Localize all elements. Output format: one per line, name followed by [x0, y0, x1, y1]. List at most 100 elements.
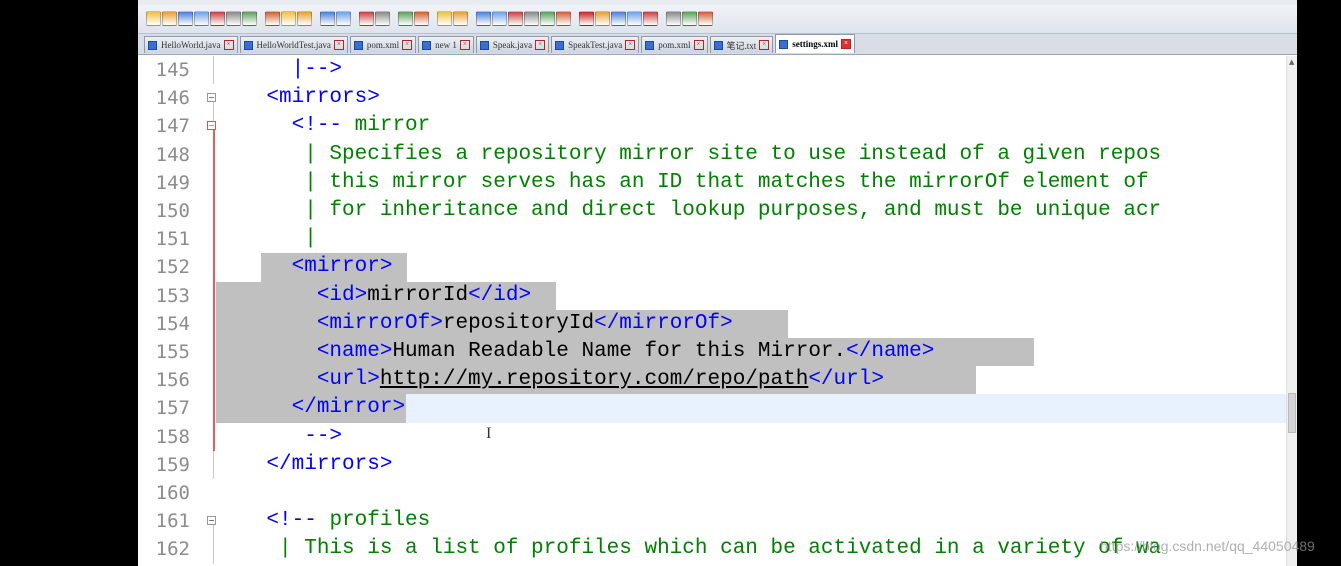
code-line: </mirror> [216, 394, 405, 422]
vertical-scrollbar[interactable]: ▲ [1286, 56, 1297, 566]
toolbar-separator [572, 10, 578, 26]
indent-guide-icon[interactable] [508, 10, 523, 26]
line-number: 156 [155, 369, 190, 392]
zoom-in-icon[interactable] [398, 10, 413, 26]
undo-icon[interactable] [320, 10, 335, 26]
tab-label: new 1 [435, 40, 457, 50]
code-token: <mirror> [291, 255, 393, 279]
code-token: <id> [316, 283, 368, 307]
url-link[interactable]: http://my.repository.com/repo/path [380, 368, 808, 391]
record-macro-icon[interactable] [579, 10, 594, 26]
copy-icon[interactable] [281, 10, 296, 26]
toolbar-separator [258, 10, 264, 26]
scroll-up-arrow-icon[interactable]: ▲ [1289, 58, 1294, 66]
save-macro-icon[interactable] [643, 10, 658, 26]
panel-icon[interactable] [698, 10, 713, 26]
line-number: 147 [155, 115, 190, 138]
close-all-icon[interactable] [226, 10, 241, 26]
find-icon[interactable] [359, 10, 374, 26]
code-area[interactable]: |--> <mirrors> <!-- mirror | Specifies a… [216, 56, 1286, 566]
code-token: </name> [846, 340, 935, 363]
cut-icon[interactable] [265, 10, 280, 26]
fold-toggle-icon[interactable]: − [207, 93, 216, 103]
code-line: --> [216, 423, 342, 451]
code-token: --> [304, 424, 343, 448]
code-token: </url> [808, 368, 884, 392]
run-macro-multi-icon[interactable] [627, 10, 642, 26]
tab-5[interactable]: SpeakTest.java × [551, 36, 640, 53]
replace-icon[interactable] [375, 10, 390, 26]
tab-1[interactable]: HelloWorldTest.java × [239, 36, 348, 53]
stop-record-icon[interactable] [595, 10, 610, 26]
close-icon[interactable] [210, 10, 225, 26]
redo-icon[interactable] [336, 10, 351, 26]
code-line: | Specifies a repository mirror site to … [216, 141, 1161, 169]
notepad-plus-plus-window: HelloWorld.java × HelloWorldTest.java × pom.… [138, 0, 1297, 566]
code-editor[interactable]: − − − 145 146 147 148 149 150 151 152 153 154 155 156… [138, 56, 1297, 566]
tab-close-icon[interactable]: × [841, 39, 852, 49]
watermark: https://blog.csdn.net/qq_44050489 [1100, 538, 1315, 554]
code-token: <!-- [266, 509, 317, 533]
tab-close-icon[interactable]: × [625, 40, 636, 50]
spellcheck-icon[interactable] [666, 10, 681, 26]
sync-h-icon[interactable] [453, 10, 468, 26]
tab-2[interactable]: pom.xml × [349, 36, 417, 53]
line-number: 153 [155, 284, 190, 307]
tab-close-icon[interactable]: × [333, 40, 344, 50]
line-number: 145 [155, 59, 190, 81]
tab-4[interactable]: Speak.java × [475, 36, 550, 53]
code-token: <name> [316, 340, 393, 363]
new-file-icon[interactable] [146, 10, 161, 26]
tab-7[interactable]: 笔记.txt × [709, 36, 774, 53]
tab-close-icon[interactable]: × [459, 40, 470, 50]
fold-margin[interactable]: − − − [200, 56, 216, 566]
open-file-icon[interactable] [162, 10, 177, 26]
tab-close-icon[interactable]: × [402, 40, 413, 50]
play-macro-icon[interactable] [611, 10, 626, 26]
tab-close-icon[interactable]: × [223, 40, 234, 50]
folder-icon[interactable] [682, 10, 697, 26]
fold-toggle-icon[interactable]: − [207, 516, 216, 526]
code-line: <!-- profiles [216, 507, 430, 535]
tab-6[interactable]: pom.xml × [641, 36, 708, 53]
scrollbar-thumb[interactable] [1288, 393, 1296, 433]
show-all-chars-icon[interactable] [492, 10, 507, 26]
function-list-icon[interactable] [556, 10, 571, 26]
tab-3[interactable]: new 1 × [418, 36, 474, 53]
tab-close-icon[interactable]: × [759, 40, 770, 50]
fold-toggle-icon[interactable]: − [207, 121, 216, 131]
save-all-icon[interactable] [194, 10, 209, 26]
line-number: 150 [155, 200, 190, 222]
save-icon[interactable] [178, 10, 193, 26]
toolbar-buttons [146, 8, 713, 28]
word-wrap-icon[interactable] [476, 10, 491, 26]
zoom-out-icon[interactable] [414, 10, 429, 26]
sync-v-icon[interactable] [437, 10, 452, 26]
print-icon[interactable] [242, 10, 257, 26]
tab-close-icon[interactable]: × [535, 40, 546, 50]
paste-icon[interactable] [297, 10, 312, 26]
line-number: 151 [155, 228, 190, 251]
line-number: 157 [155, 397, 190, 420]
tab-0[interactable]: HelloWorld.java × [144, 36, 238, 53]
file-icon [779, 39, 789, 49]
tab-label: HelloWorldTest.java [256, 40, 331, 50]
line-number: 148 [155, 143, 190, 166]
user-lang-icon[interactable] [524, 10, 539, 26]
tab-close-icon[interactable]: × [693, 40, 704, 50]
tab-label: HelloWorld.java [161, 40, 221, 50]
code-token: repositoryId [442, 311, 595, 335]
tab-label: 笔记.txt [726, 40, 757, 51]
code-line: <mirrorOf>repositoryId</mirrorOf> [216, 310, 733, 338]
tab-8[interactable]: settings.xml × [775, 34, 856, 53]
text-cursor-icon: I [486, 424, 492, 442]
doc-map-icon[interactable] [540, 10, 555, 26]
toolbar-separator [391, 10, 397, 26]
